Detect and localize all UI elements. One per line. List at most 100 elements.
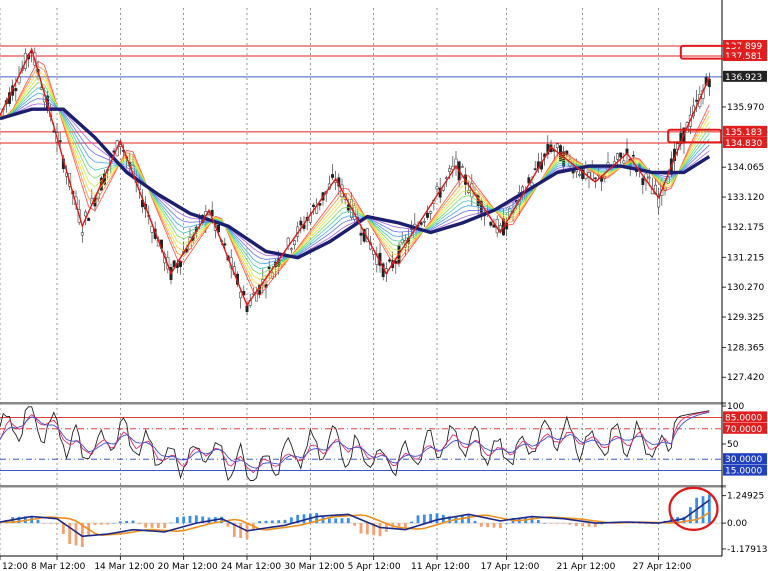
x-tick-label: 12:00: [2, 562, 28, 571]
x-tick-label: 20 Mar 12:00: [158, 562, 218, 571]
ribbon-line: [0, 60, 710, 296]
histogram-bar: [568, 523, 572, 525]
histogram-bar: [42, 523, 46, 524]
candles: [0, 47, 711, 316]
histogram-bar: [156, 523, 160, 528]
candle-body: [388, 259, 391, 262]
candle-body: [489, 221, 493, 226]
price-badge-label: 70.0000: [725, 425, 762, 435]
histogram-bar: [137, 523, 141, 525]
y-tick-label: 1.24925: [727, 492, 764, 502]
candle-body: [593, 177, 597, 180]
y-tick-label: 100: [727, 402, 744, 412]
histogram-signal-navy: [0, 499, 710, 538]
y-tick-label: -1.17913: [727, 545, 767, 555]
histogram-bar: [498, 523, 502, 529]
candle-body: [641, 178, 645, 185]
histogram-bar: [473, 520, 477, 524]
candle-body: [87, 217, 91, 221]
price-axis: 127.420 128.365 129.325 130.270 131.215 132.1…: [722, 39, 767, 555]
ma-ribbon: [0, 60, 710, 296]
x-tick-label: 11 Apr 12:00: [411, 562, 470, 571]
histogram-bar: [74, 523, 78, 546]
x-tick-label: 27 Apr 12:00: [633, 562, 692, 571]
histogram-bar: [346, 518, 350, 524]
candle-body: [533, 168, 537, 170]
y-tick-label: 50: [727, 440, 739, 450]
histogram-bar: [435, 513, 439, 524]
candle-body: [223, 243, 227, 246]
histogram-bar: [334, 518, 338, 524]
candle-body: [498, 225, 502, 230]
histogram-bar: [258, 521, 262, 524]
y-tick-label: 131.215: [727, 253, 764, 263]
x-tick-label: 30 Mar 12:00: [284, 562, 344, 571]
histogram-bar: [701, 496, 705, 524]
candle-body: [58, 140, 62, 143]
x-tick-label: 21 Apr 12:00: [557, 562, 616, 571]
histogram-bar: [289, 517, 293, 524]
histogram-bar: [378, 523, 382, 537]
histogram-bar: [505, 522, 509, 524]
y-tick-label: 134.065: [727, 163, 764, 173]
chart-canvas: 127.420 128.365 129.325 130.270 131.215 132.1…: [0, 0, 767, 571]
time-axis: 12:00 8 Mar 12:00 14 Mar 12:00 20 Mar 12:00…: [0, 556, 692, 571]
histogram-bar: [93, 523, 97, 525]
histogram-bar: [131, 520, 135, 524]
histogram-bar: [581, 523, 585, 527]
histogram-bar: [492, 523, 496, 528]
histogram-bar: [106, 523, 110, 525]
histogram-bar: [416, 515, 420, 524]
histogram-bar: [707, 494, 711, 524]
histogram-bar: [536, 519, 540, 524]
candle-body: [631, 154, 635, 157]
candle-body: [426, 212, 429, 218]
histogram-bar: [99, 523, 103, 525]
candle-body: [293, 240, 296, 246]
x-tick-label: 5 Apr 12:00: [348, 562, 401, 571]
oscillator-mid: [0, 410, 710, 474]
y-tick-label: 132.175: [727, 223, 764, 233]
candle-body: [619, 152, 623, 158]
candle-body: [289, 248, 293, 251]
histogram-bar: [467, 515, 471, 524]
pane-separators: [0, 0, 726, 557]
histogram-bar: [543, 523, 547, 524]
level-lines: [0, 45, 722, 144]
candle-body: [359, 232, 363, 236]
histogram-bar: [55, 523, 59, 524]
candle-body: [622, 160, 626, 164]
histogram-bar: [112, 522, 116, 524]
histogram-bar: [549, 523, 553, 524]
y-tick-label: 135.970: [727, 103, 764, 113]
x-tick-label: 24 Mar 12:00: [221, 562, 281, 571]
histogram-bar: [226, 523, 230, 527]
histogram-bar: [302, 514, 306, 524]
histogram-bar: [163, 523, 167, 529]
x-tick-label: 17 Apr 12:00: [481, 562, 540, 571]
histogram-bar: [403, 523, 407, 528]
histogram-bar: [422, 514, 426, 524]
candle-body: [578, 174, 581, 176]
pane-separator: [0, 402, 726, 405]
histogram-bar: [194, 515, 198, 524]
oscillator-pane: [0, 406, 722, 482]
histogram-bar: [479, 523, 483, 527]
candle-body: [429, 211, 433, 214]
y-tick-label: 130.270: [727, 283, 764, 293]
oscillator-slow: [0, 411, 710, 469]
histogram-bar: [353, 523, 357, 526]
histogram-bar: [283, 519, 287, 524]
candle-body: [80, 232, 84, 236]
pane-separator: [0, 485, 726, 488]
y-tick-label: 127.420: [727, 373, 764, 383]
histogram-bar: [49, 523, 53, 524]
candle-body: [245, 305, 249, 312]
price-badge-label: 134.830: [725, 139, 762, 149]
grid-lines: [0, 8, 660, 556]
histogram-bar: [36, 519, 40, 524]
histogram-bar: [530, 516, 534, 524]
histogram-bar: [270, 520, 274, 524]
histogram-bar: [169, 522, 173, 524]
histogram-bar: [365, 523, 369, 535]
